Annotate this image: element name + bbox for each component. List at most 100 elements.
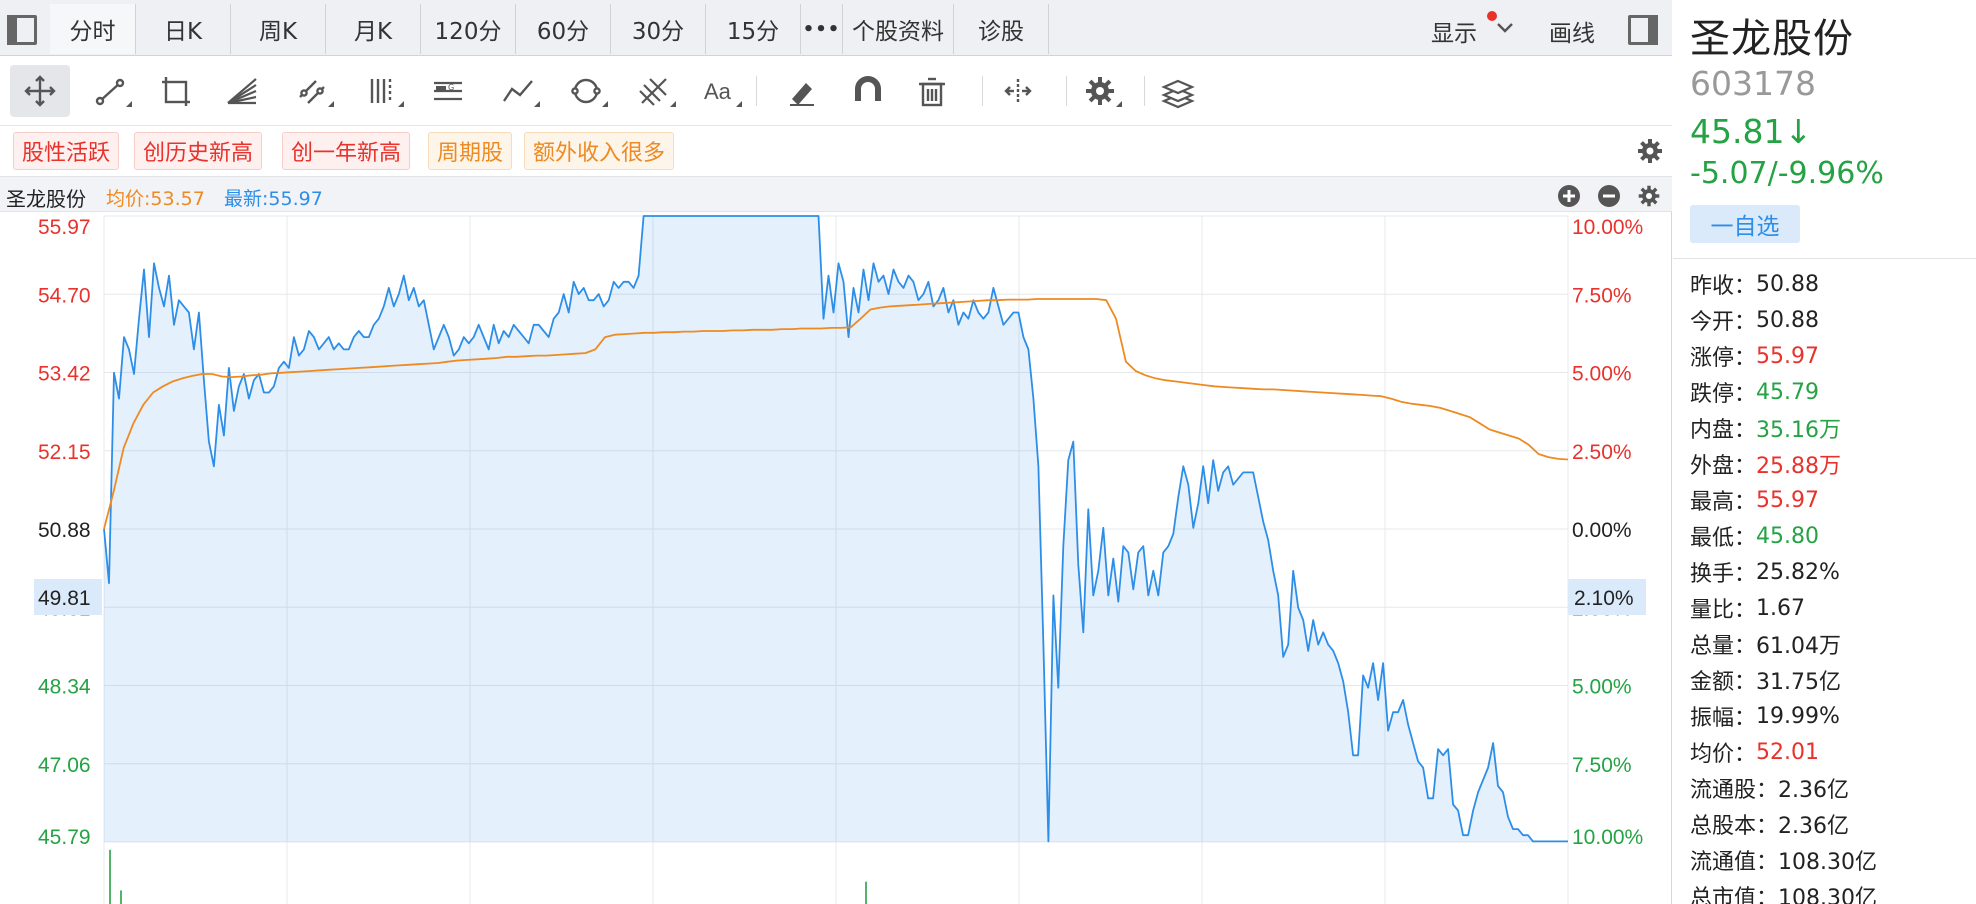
stat-row: 均价： 52.01	[1690, 734, 1877, 770]
gann-box-icon[interactable]: G	[418, 65, 478, 117]
tab-label: 60分	[536, 19, 590, 45]
stat-value: 1.67	[1756, 595, 1805, 621]
stat-row: 内盘： 35.16万	[1690, 410, 1877, 446]
chevron-down-icon[interactable]	[1496, 21, 1514, 35]
stat-value: 108.30亿	[1778, 850, 1877, 875]
crosshair-pct-label: 2.10%	[1574, 587, 1634, 610]
eraser-icon[interactable]	[772, 65, 832, 117]
stat-value: 2.36亿	[1778, 778, 1850, 803]
stat-value: 55.97	[1756, 343, 1819, 369]
tab-10[interactable]: 诊股	[954, 4, 1049, 54]
display-menu-button[interactable]: 显示	[1431, 14, 1477, 48]
y-tick-price: 55.97	[38, 216, 91, 239]
svg-text:Aa: Aa	[704, 79, 732, 104]
y-tick-pct: 10.00%	[1572, 216, 1643, 239]
vertical-lines-icon[interactable]	[352, 65, 412, 117]
intraday-chart[interactable]: 55.97 10.00% 54.70 7.50% 53.42 5.00% 52.15 2.50…	[0, 212, 1672, 904]
parallel-channel-icon[interactable]	[282, 65, 342, 117]
trash-icon[interactable]	[902, 65, 962, 117]
polyline-icon[interactable]	[488, 65, 548, 117]
tab-label: 诊股	[978, 19, 1024, 45]
tags-settings-gear-icon[interactable]	[1636, 137, 1664, 165]
left-sidebar-toggle-icon[interactable]	[4, 12, 37, 45]
y-tick-price: 45.79	[38, 826, 91, 849]
stat-label: 振幅：	[1690, 706, 1757, 731]
concept-tag[interactable]: 创一年新高	[282, 132, 411, 170]
stat-row: 流通值： 108.30亿	[1690, 842, 1877, 878]
pitchfork-icon[interactable]	[624, 65, 684, 117]
crosshair-price-label: 49.81	[38, 587, 91, 610]
y-tick-pct: 2.50%	[1572, 441, 1632, 464]
stat-row: 换手： 25.82%	[1690, 554, 1877, 590]
stat-label: 流通股：	[1690, 778, 1779, 803]
stat-row: 流通股： 2.36亿	[1690, 770, 1877, 806]
split-axis-icon[interactable]	[988, 65, 1048, 117]
right-sidebar-toggle-icon[interactable]	[1625, 12, 1658, 45]
toolbar-separator	[1066, 76, 1067, 106]
tab-label: 15分	[726, 19, 780, 45]
concept-tag[interactable]: 股性活跃	[13, 132, 120, 170]
remove-watchlist-button[interactable]: 一自选	[1690, 205, 1800, 243]
avg-price-legend: 均价:53.57	[106, 188, 205, 210]
y-tick-pct: 7.50%	[1572, 754, 1632, 777]
y-tick-price: 52.15	[38, 441, 91, 464]
y-tick-pct: 5.00%	[1572, 676, 1632, 699]
stat-label: 今开：	[1690, 310, 1757, 335]
line-segment-icon[interactable]	[80, 65, 140, 117]
magnet-icon[interactable]	[838, 65, 898, 117]
layers-icon[interactable]	[1148, 65, 1208, 117]
chart-settings-gear-icon[interactable]	[1637, 184, 1661, 208]
quote-side-panel: 圣龙股份 603178 45.81↓ -5.07/-9.96% 一自选 昨收： 5…	[1673, 0, 1976, 904]
stat-row: 总市值： 108.30亿	[1690, 878, 1877, 904]
concept-tag[interactable]: 创历史新高	[134, 132, 263, 170]
stat-row: 金额： 31.75亿	[1690, 662, 1877, 698]
stat-row: 量比： 1.67	[1690, 590, 1877, 626]
stat-row: 最低： 45.80	[1690, 518, 1877, 554]
stat-value: 61.04万	[1756, 634, 1841, 659]
y-tick-price: 53.42	[38, 363, 91, 386]
quote-stats: 昨收： 50.88 今开： 50.88 涨停： 55.97 跌停： 45.79 内盘： 35.16…	[1690, 266, 1877, 904]
stat-label: 外盘：	[1690, 454, 1757, 479]
stat-label: 跌停：	[1690, 382, 1757, 407]
chart-stock-name: 圣龙股份	[6, 187, 86, 211]
tab-8[interactable]: •••	[801, 4, 843, 54]
rectangle-crop-icon[interactable]	[146, 65, 206, 117]
fan-lines-icon[interactable]	[212, 65, 272, 117]
move-crosshair-icon[interactable]	[10, 65, 70, 117]
draw-line-label: 画线	[1549, 21, 1595, 47]
zoom-in-icon[interactable]	[1557, 184, 1581, 208]
tab-2[interactable]: 周K	[231, 4, 326, 54]
y-tick-price: 47.06	[38, 754, 91, 777]
cycle-ellipse-icon[interactable]	[556, 65, 616, 117]
draw-line-button[interactable]: 画线	[1549, 14, 1595, 48]
display-label: 显示	[1431, 21, 1477, 47]
tab-9[interactable]: 个股资料	[843, 4, 954, 54]
side-divider	[1673, 258, 1976, 259]
zoom-out-icon[interactable]	[1597, 184, 1621, 208]
tab-4[interactable]: 120分	[421, 4, 516, 54]
tab-0[interactable]: 分时	[50, 4, 136, 54]
tab-label: 分时	[69, 19, 116, 45]
period-tabbar: 分时 日K 周K 月K 120分 60分 30分 15分 ••• 个股资料 诊股 显示 画线	[0, 0, 1672, 56]
text-tool-icon[interactable]: Aa	[690, 65, 750, 117]
stat-label: 均价：	[1690, 742, 1757, 767]
settings-gear-icon[interactable]	[1070, 65, 1130, 117]
concept-tag[interactable]: 周期股	[428, 132, 513, 170]
tab-1[interactable]: 日K	[136, 4, 231, 54]
tab-5[interactable]: 60分	[516, 4, 611, 54]
tab-3[interactable]: 月K	[326, 4, 421, 54]
tab-6[interactable]: 30分	[611, 4, 706, 54]
toolbar-separator	[982, 76, 983, 106]
y-tick-price: 48.34	[38, 676, 91, 699]
stat-value: 31.75亿	[1756, 670, 1841, 695]
concept-tag[interactable]: 额外收入很多	[524, 132, 675, 170]
stat-label: 最低：	[1690, 526, 1757, 551]
stat-value: 45.80	[1756, 523, 1819, 549]
tab-7[interactable]: 15分	[706, 4, 801, 54]
tab-label: 日K	[163, 19, 203, 45]
last-price-legend: 最新:55.97	[224, 188, 323, 210]
stock-app: 分时 日K 周K 月K 120分 60分 30分 15分 ••• 个股资料 诊股 显示 画线 G Aa…	[0, 0, 1976, 904]
stat-row: 外盘： 25.88万	[1690, 446, 1877, 482]
y-tick-pct: 5.00%	[1572, 363, 1632, 386]
stat-label: 昨收：	[1690, 274, 1757, 299]
